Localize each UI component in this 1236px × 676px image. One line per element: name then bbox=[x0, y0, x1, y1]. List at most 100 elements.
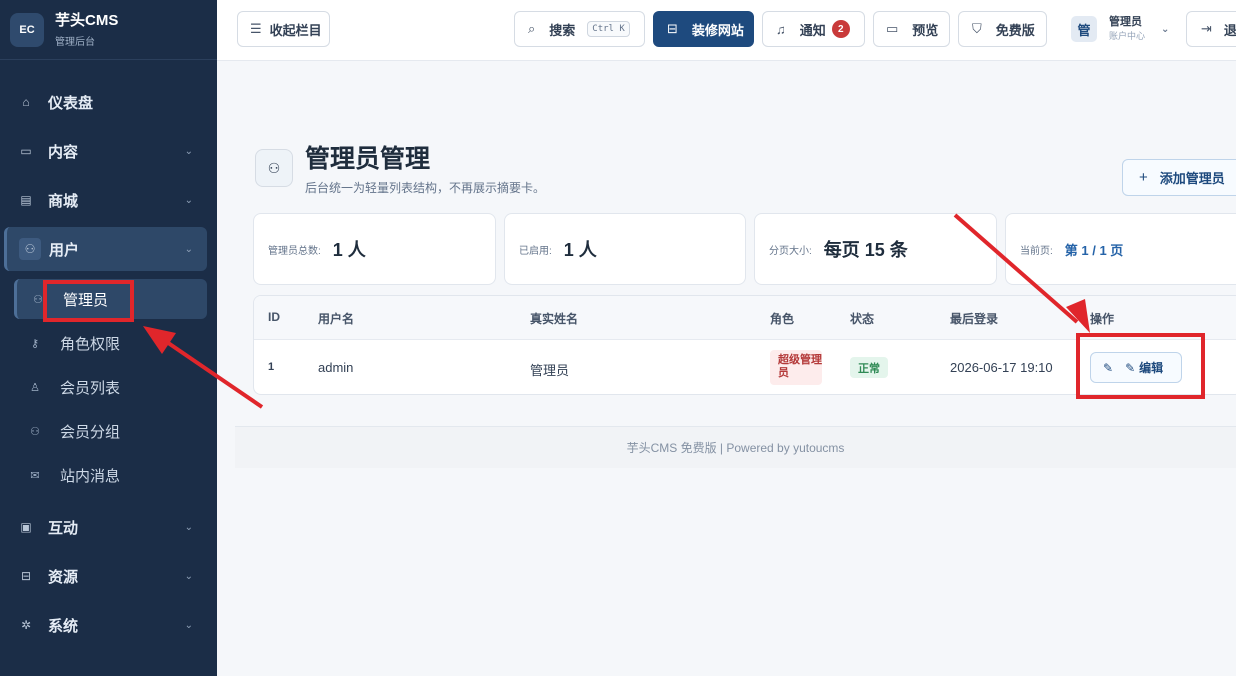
sidebar-subitem-member-groups[interactable]: ⚇ 会员分组 bbox=[14, 411, 207, 451]
sidebar-item-label: 用户 bbox=[49, 241, 80, 259]
chevron-down-icon: ⌄ bbox=[184, 194, 193, 206]
chevron-down-icon: ⌄ bbox=[184, 521, 193, 533]
column-header-status: 状态 bbox=[850, 312, 875, 326]
column-header-realname: 真实姓名 bbox=[530, 312, 579, 326]
layout-icon: ⊟ bbox=[667, 21, 678, 36]
logout-icon: ⇥ bbox=[1201, 21, 1212, 36]
users-icon: ⚇ bbox=[19, 238, 41, 260]
search-button[interactable]: ⌕ 搜索 Ctrl K bbox=[514, 11, 645, 47]
column-header-actions: 操作 bbox=[1090, 312, 1115, 326]
preview-button[interactable]: ▭ 预览 bbox=[873, 11, 950, 47]
collapse-sidebar-button[interactable]: ☰ 收起栏目 bbox=[237, 11, 330, 47]
stat-label: 分页大小: bbox=[769, 245, 812, 257]
notify-count-badge: 2 bbox=[831, 20, 850, 38]
home-icon: ⌂ bbox=[22, 95, 30, 109]
notify-label: 通知 bbox=[799, 22, 826, 38]
sidebar-subitem-members[interactable]: ♙ 会员列表 bbox=[14, 367, 207, 407]
mail-icon: ✉ bbox=[30, 469, 40, 482]
user-subtitle: 账户中心 bbox=[1109, 31, 1146, 41]
logout-button[interactable]: ⇥ 退 bbox=[1186, 11, 1236, 47]
edition-button[interactable]: ⛉ 免费版 bbox=[958, 11, 1047, 47]
chevron-down-icon: ⌄ bbox=[184, 619, 193, 631]
menu-icon: ☰ bbox=[250, 21, 262, 36]
sidebar-item-interaction[interactable]: ▣ 互动 ⌄ bbox=[4, 505, 207, 549]
sidebar-item-label: 内容 bbox=[48, 143, 79, 161]
sidebar-subitem-messages[interactable]: ✉ 站内消息 bbox=[14, 455, 207, 495]
stat-label: 已启用: bbox=[519, 245, 552, 257]
users-group-icon: ⚇ bbox=[30, 425, 40, 438]
shield-icon: ⛉ bbox=[972, 21, 982, 36]
collapse-label: 收起栏目 bbox=[269, 22, 322, 38]
column-header-id: ID bbox=[268, 310, 280, 324]
sidebar-item-dashboard[interactable]: ⌂ 仪表盘 bbox=[4, 80, 207, 124]
stat-label: 管理员总数: bbox=[268, 245, 321, 257]
chat-icon: ▣ bbox=[20, 520, 32, 534]
highlight-box-sidebar-admins bbox=[43, 280, 134, 322]
logout-label: 退 bbox=[1223, 22, 1236, 38]
brand-logo: EC bbox=[10, 12, 44, 47]
avatar: 管 bbox=[1071, 16, 1097, 42]
highlight-box-edit-button bbox=[1076, 333, 1205, 399]
chevron-down-icon: ⌄ bbox=[184, 243, 193, 255]
add-admin-label: 添加管理员 bbox=[1159, 171, 1225, 186]
edition-label: 免费版 bbox=[995, 22, 1035, 38]
stat-card-current-page: 当前页: 第 1 / 1 页 bbox=[1005, 213, 1236, 285]
footer: 芋头CMS 免费版 | Powered by yutoucms bbox=[235, 426, 1236, 468]
sidebar-item-system[interactable]: ✲ 系统 ⌄ bbox=[4, 603, 207, 647]
key-icon: ⚷ bbox=[30, 337, 40, 350]
store-icon: ▤ bbox=[20, 193, 32, 207]
stat-value: 每页 15 条 bbox=[823, 240, 908, 260]
chevron-down-icon: ⌄ bbox=[1161, 23, 1170, 35]
sidebar-item-resources[interactable]: ⊟ 资源 ⌄ bbox=[4, 554, 207, 598]
sidebar-subitem-label: 站内消息 bbox=[60, 467, 121, 485]
user-menu[interactable]: 管 管理员 账户中心 ⌄ bbox=[1066, 11, 1177, 47]
role-badge: 超级管理员 bbox=[770, 350, 822, 385]
cell-realname: 管理员 bbox=[530, 363, 570, 378]
search-shortcut: Ctrl K bbox=[587, 21, 630, 37]
user-icon: ♙ bbox=[30, 381, 40, 394]
topbar: ☰ 收起栏目 ⌕ 搜索 Ctrl K ⊟ 装修网站 ♫ 通知 2 ▭ 预览 ⛉ … bbox=[217, 0, 1236, 61]
stat-card-total: 管理员总数: 1 人 bbox=[253, 213, 496, 285]
sidebar-item-label: 仪表盘 bbox=[48, 94, 94, 112]
notifications-button[interactable]: ♫ 通知 2 bbox=[762, 11, 865, 47]
cell-id: 1 bbox=[268, 361, 275, 373]
sidebar-item-label: 互动 bbox=[48, 519, 79, 537]
page-title: 管理员管理 bbox=[305, 145, 431, 173]
cell-last-login: 2026-06-17 19:10 bbox=[950, 360, 1053, 375]
sidebar-item-label: 资源 bbox=[48, 568, 79, 586]
sidebar-item-content[interactable]: ▭ 内容 ⌄ bbox=[4, 129, 207, 173]
brand-name: 芋头CMS bbox=[55, 11, 119, 29]
folder-icon: ▭ bbox=[20, 144, 32, 158]
chevron-down-icon: ⌄ bbox=[184, 570, 193, 582]
cell-username: admin bbox=[318, 360, 354, 375]
stat-card-page-size: 分页大小: 每页 15 条 bbox=[754, 213, 997, 285]
stat-value: 1 人 bbox=[563, 240, 597, 260]
column-header-role: 角色 bbox=[770, 312, 795, 326]
bell-icon: ♫ bbox=[776, 21, 786, 37]
users-icon: ⚇ bbox=[255, 149, 293, 187]
search-label: 搜索 bbox=[549, 22, 576, 38]
brand[interactable]: EC 芋头CMS 管理后台 bbox=[0, 0, 217, 60]
chevron-down-icon: ⌄ bbox=[184, 145, 193, 157]
monitor-icon: ▭ bbox=[886, 21, 899, 36]
decorate-site-button[interactable]: ⊟ 装修网站 bbox=[653, 11, 754, 47]
sidebar-item-label: 系统 bbox=[48, 617, 79, 635]
stat-value[interactable]: 第 1 / 1 页 bbox=[1065, 240, 1124, 259]
plus-icon: + bbox=[1139, 169, 1148, 186]
sidebar-item-store[interactable]: ▤ 商城 ⌄ bbox=[4, 178, 207, 222]
sidebar-subitem-roles[interactable]: ⚷ 角色权限 bbox=[14, 323, 207, 363]
sidebar-subitem-label: 会员列表 bbox=[60, 379, 121, 397]
stat-value: 1 人 bbox=[332, 240, 366, 260]
decorate-label: 装修网站 bbox=[691, 22, 744, 38]
column-header-username: 用户名 bbox=[318, 312, 355, 326]
add-admin-button[interactable]: + 添加管理员 bbox=[1122, 159, 1236, 196]
sidebar-subitem-label: 角色权限 bbox=[60, 335, 121, 353]
sidebar-item-label: 商城 bbox=[48, 192, 79, 210]
stat-label: 当前页: bbox=[1020, 245, 1053, 257]
page-subtitle: 后台统一为轻量列表结构，不再展示摘要卡。 bbox=[305, 181, 546, 195]
sidebar: EC 芋头CMS 管理后台 ⌂ 仪表盘 ▭ 内容 ⌄ ▤ 商城 ⌄ ⚇ 用户 ⌄… bbox=[0, 0, 217, 676]
sidebar-item-users[interactable]: ⚇ 用户 ⌄ bbox=[4, 227, 207, 271]
stat-card-enabled: 已启用: 1 人 bbox=[504, 213, 746, 285]
search-icon: ⌕ bbox=[528, 21, 536, 36]
brand-subtitle: 管理后台 bbox=[55, 36, 95, 48]
